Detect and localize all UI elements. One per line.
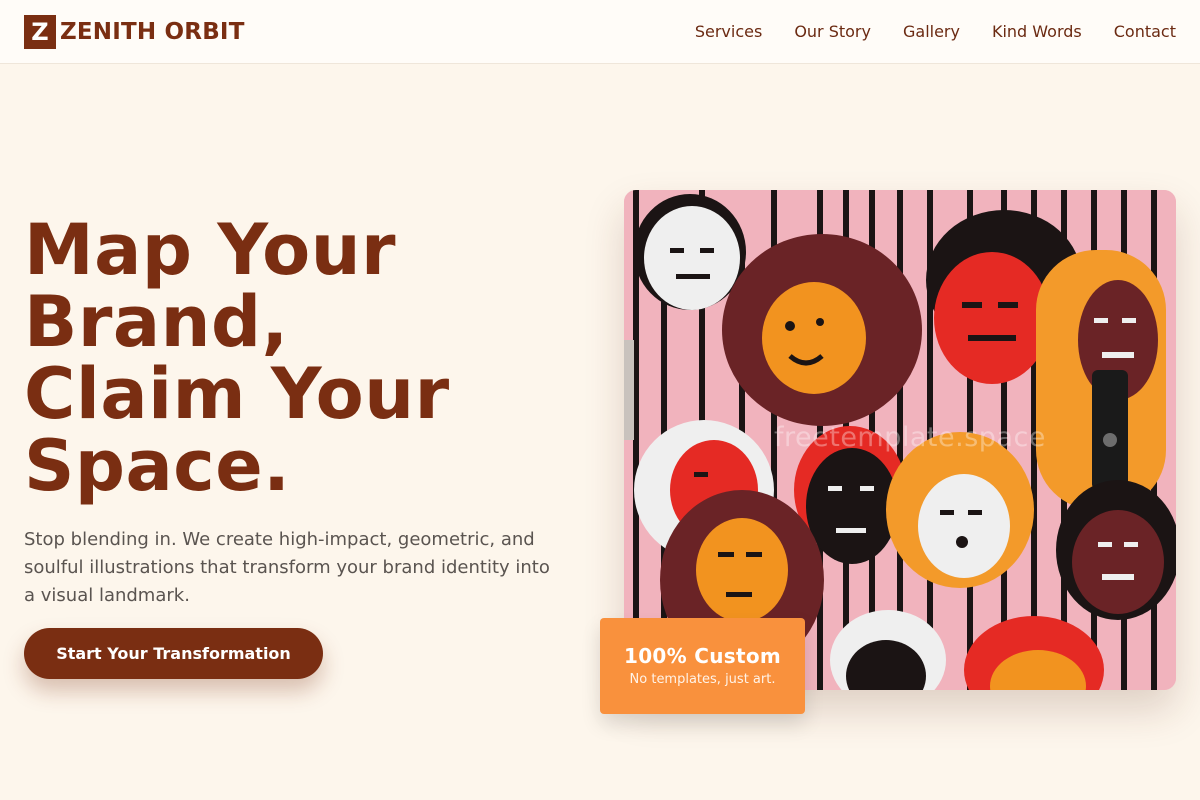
hero-title-line: Map Your <box>24 209 397 291</box>
logo-mark-icon: Z <box>24 14 56 49</box>
custom-badge: 100% Custom No templates, just art. <box>600 618 805 714</box>
hero-subtitle: Stop blending in. We create high-impact,… <box>24 529 550 606</box>
hero-title-line: Brand, <box>24 281 289 363</box>
hero-title-line: Space. <box>24 425 291 507</box>
brand-name: ZENITH ORBIT <box>60 18 245 45</box>
nav-link-gallery[interactable]: Gallery <box>903 22 960 41</box>
hero-mural-image: freetemplate.space <box>624 190 1176 690</box>
badge-subtitle: No templates, just art. <box>629 672 776 687</box>
nav-link-services[interactable]: Services <box>695 22 762 41</box>
nav-link-kind-words[interactable]: Kind Words <box>992 22 1082 41</box>
main-nav: Services Our Story Gallery Kind Words Co… <box>695 22 1176 41</box>
image-watermark: freetemplate.space <box>774 422 1046 453</box>
nav-link-contact[interactable]: Contact <box>1114 22 1176 41</box>
hero-title-line: Claim Your <box>24 353 450 435</box>
brand-logo[interactable]: Z ZENITH ORBIT <box>24 14 245 49</box>
badge-title: 100% Custom <box>623 644 781 668</box>
start-transformation-button[interactable]: Start Your Transformation <box>24 628 323 679</box>
site-header: Z ZENITH ORBIT Services Our Story Galler… <box>0 0 1200 64</box>
nav-link-our-story[interactable]: Our Story <box>794 22 871 41</box>
hero-title: Map Your Brand, Claim Your Space. <box>24 214 564 502</box>
